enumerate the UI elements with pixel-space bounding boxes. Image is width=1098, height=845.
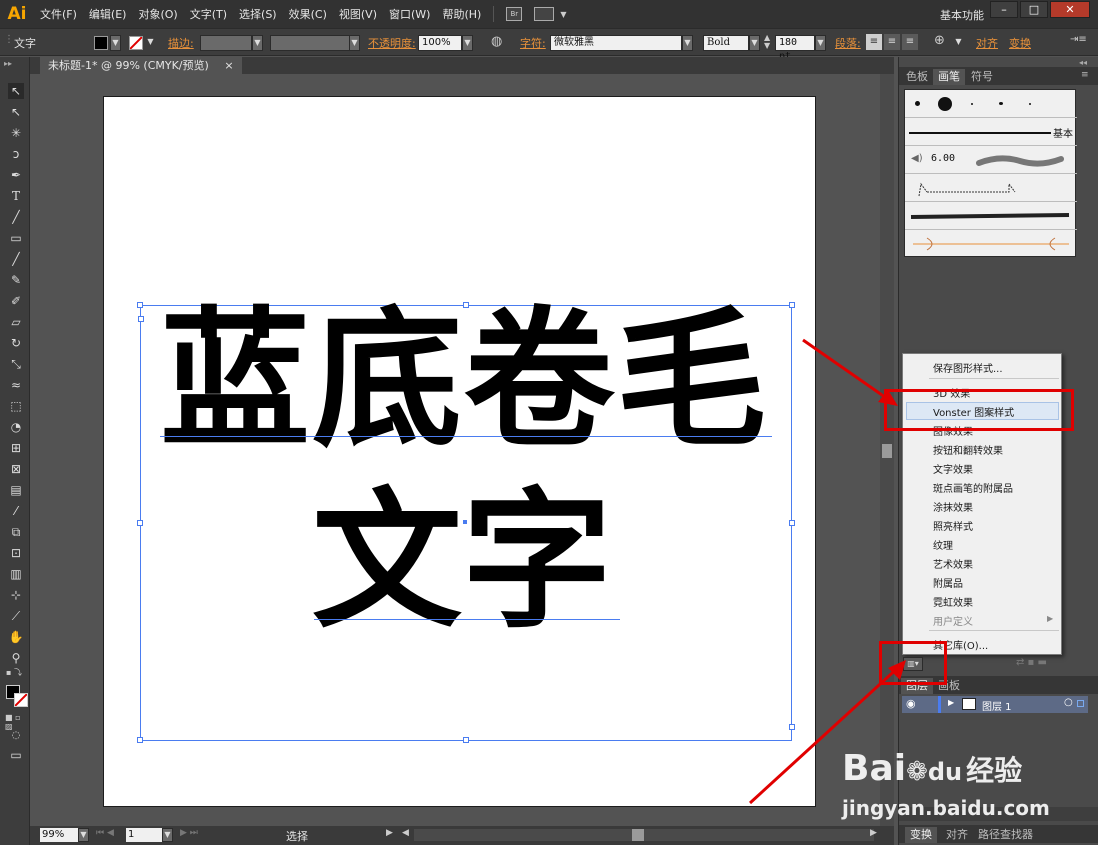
paw-icon: ❁ xyxy=(906,757,928,787)
baidu-url-text: jingyan.baidu.com xyxy=(842,796,1050,820)
baidu-brand-text: Bai❁du 经验 xyxy=(842,748,1023,789)
annotation-arrows xyxy=(748,338,906,805)
